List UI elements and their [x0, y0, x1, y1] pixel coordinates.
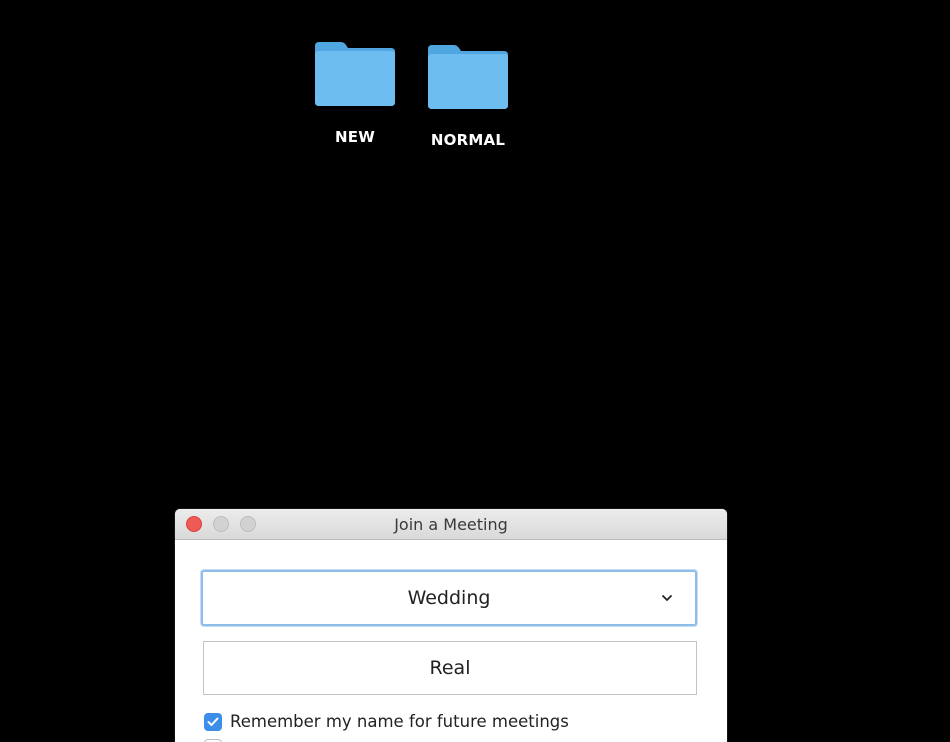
- folder-new[interactable]: NEW: [300, 40, 410, 146]
- remember-name-label: Remember my name for future meetings: [230, 712, 569, 731]
- window-title: Join a Meeting: [394, 514, 508, 534]
- remember-name-checkbox[interactable]: [204, 712, 222, 731]
- join-meeting-window: Join a Meeting Wedding Real Remember my …: [175, 509, 727, 742]
- window-controls: [186, 516, 256, 532]
- name-input[interactable]: Real: [203, 641, 697, 695]
- folder-icon: [428, 45, 508, 109]
- minimize-window-button[interactable]: [213, 516, 229, 532]
- checkmark-icon: [207, 717, 219, 726]
- folder-normal[interactable]: NORMAL: [413, 43, 523, 149]
- close-window-button[interactable]: [186, 516, 202, 532]
- window-titlebar[interactable]: Join a Meeting: [175, 509, 727, 540]
- desktop: NEW NORMAL Join a Meeting Wedding Real R…: [0, 0, 950, 742]
- chevron-down-icon[interactable]: [661, 593, 673, 603]
- window-content: Wedding Real Remember my name for future…: [175, 540, 727, 742]
- meeting-id-value: Wedding: [407, 587, 491, 609]
- meeting-id-select[interactable]: Wedding: [201, 570, 697, 626]
- folder-icon: [315, 42, 395, 106]
- zoom-window-button[interactable]: [240, 516, 256, 532]
- folder-label: NEW: [335, 128, 375, 146]
- folder-label: NORMAL: [430, 131, 506, 149]
- remember-name-option[interactable]: Remember my name for future meetings: [204, 712, 701, 731]
